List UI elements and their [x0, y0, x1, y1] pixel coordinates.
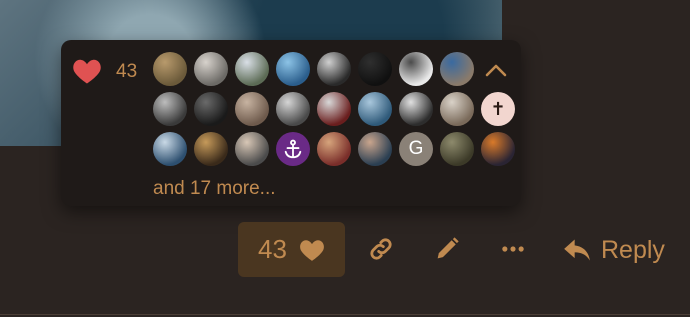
like-button[interactable]: 43	[238, 222, 345, 277]
avatar[interactable]	[194, 132, 228, 166]
avatar[interactable]	[358, 52, 392, 86]
heart-icon[interactable]	[72, 57, 102, 85]
reply-button[interactable]: Reply	[563, 233, 665, 267]
like-button-count: 43	[258, 234, 287, 264]
avatar[interactable]	[235, 92, 269, 126]
more-actions-button[interactable]	[498, 234, 528, 264]
chevron-up-icon[interactable]	[484, 60, 508, 80]
copy-link-button[interactable]	[366, 234, 396, 264]
avatar-letter[interactable]: G	[399, 132, 433, 166]
more-likers-link[interactable]: and 17 more...	[153, 178, 276, 200]
avatar[interactable]	[481, 132, 515, 166]
page-background	[502, 0, 690, 146]
avatar[interactable]	[194, 92, 228, 126]
avatar[interactable]	[317, 132, 351, 166]
avatar[interactable]	[317, 52, 351, 86]
avatar[interactable]	[153, 92, 187, 126]
avatar[interactable]	[235, 132, 269, 166]
anchor-icon	[284, 139, 302, 159]
avatar[interactable]	[358, 132, 392, 166]
edit-button[interactable]	[432, 234, 462, 264]
pencil-icon	[437, 237, 459, 259]
avatar[interactable]	[440, 92, 474, 126]
avatar[interactable]	[440, 52, 474, 86]
avatar[interactable]	[235, 52, 269, 86]
avatar-anchor[interactable]	[276, 132, 310, 166]
avatar[interactable]	[399, 52, 433, 86]
avatar[interactable]	[276, 92, 310, 126]
ellipsis-icon	[502, 246, 524, 252]
avatar[interactable]	[153, 52, 187, 86]
avatar[interactable]	[440, 132, 474, 166]
reply-label: Reply	[601, 235, 665, 264]
heart-icon	[300, 239, 324, 261]
avatar[interactable]	[276, 52, 310, 86]
avatar-cross[interactable]: ✝	[481, 92, 515, 126]
divider	[0, 314, 690, 315]
avatar[interactable]	[194, 52, 228, 86]
avatar[interactable]	[358, 92, 392, 126]
avatar[interactable]	[399, 92, 433, 126]
reply-arrow-icon	[564, 239, 590, 261]
likes-count: 43	[116, 61, 138, 82]
avatar[interactable]	[317, 92, 351, 126]
link-icon	[370, 238, 392, 260]
avatar[interactable]	[153, 132, 187, 166]
